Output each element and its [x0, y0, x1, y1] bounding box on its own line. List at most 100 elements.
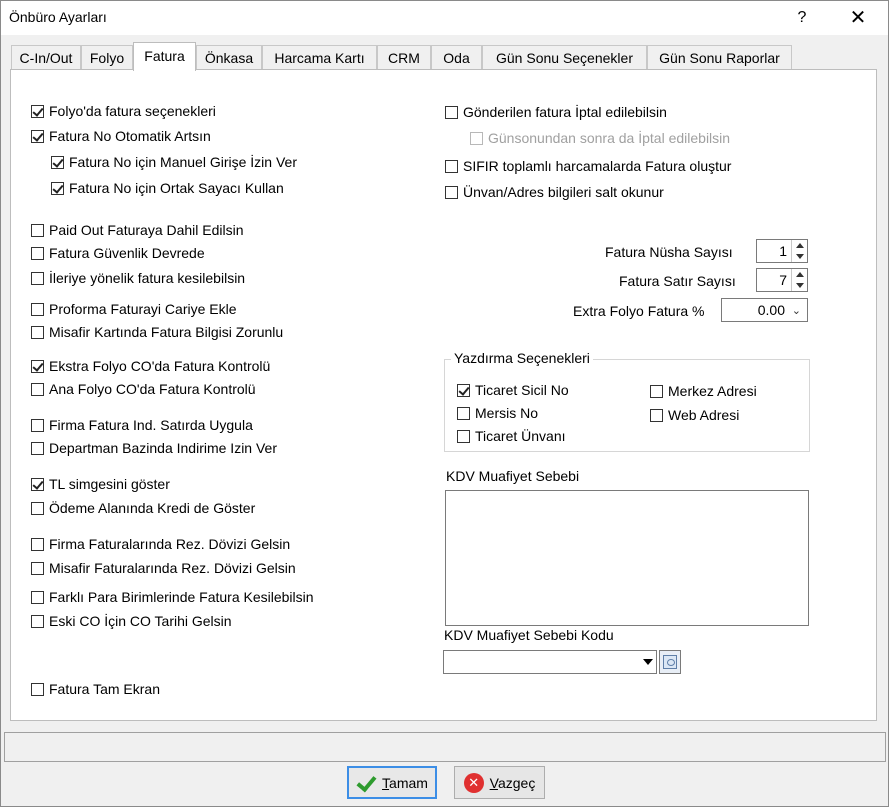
cancel-x-icon: ✕ — [463, 772, 484, 793]
chevron-down-icon[interactable]: ⌄ — [792, 304, 801, 317]
help-button[interactable]: ? — [779, 1, 825, 35]
checkbox-box[interactable] — [650, 384, 663, 398]
checkbox-box[interactable] — [31, 129, 44, 143]
checkbox-box[interactable] — [31, 418, 44, 432]
checkbox-box[interactable] — [31, 302, 44, 316]
checkbox-box[interactable] — [31, 682, 44, 696]
window-title: Önbüro Ayarları — [9, 9, 107, 25]
checkbox-ortak-sayac[interactable]: Fatura No için Ortak Sayacı Kullan — [51, 180, 284, 196]
dropdown-arrow-icon[interactable] — [639, 651, 656, 673]
close-button[interactable]: ✕ — [835, 1, 881, 35]
tab-c-in-out[interactable]: C-In/Out — [11, 45, 81, 70]
checkbox-fatura-no-otomatik[interactable]: Fatura No Otomatik Artsın — [31, 128, 211, 144]
ok-button[interactable]: Tamam — [347, 766, 437, 799]
checkbox-box[interactable] — [31, 614, 44, 628]
checkbox-merkez-adresi[interactable]: Merkez Adresi — [650, 383, 757, 399]
cancel-button[interactable]: ✕ Vazgeç — [454, 766, 545, 799]
checkbox-box[interactable] — [470, 131, 483, 145]
checkbox-departman-indirim[interactable]: Departman Bazinda Indirime Izin Ver — [31, 440, 277, 456]
checkbox-box[interactable] — [31, 561, 44, 575]
checkbox-box[interactable] — [31, 359, 44, 373]
checkbox-farkli-para-birimi[interactable]: Farklı Para Birimlerinde Fatura Kesilebi… — [31, 589, 314, 605]
checkbox-fatura-tam-ekran[interactable]: Fatura Tam Ekran — [31, 681, 160, 697]
tab-crm[interactable]: CRM — [377, 45, 431, 70]
tab-onkasa[interactable]: Önkasa — [196, 45, 262, 70]
spinner-down-icon[interactable] — [796, 254, 804, 259]
checkbox-firma-fatura-ind[interactable]: Firma Fatura Ind. Satırda Uygula — [31, 417, 253, 433]
checkbox-box[interactable] — [457, 429, 470, 443]
checkbox-box[interactable] — [31, 325, 44, 339]
checkbox-box[interactable] — [31, 271, 44, 285]
checkbox-misafir-rez-doviz[interactable]: Misafir Faturalarında Rez. Dövizi Gelsin — [31, 560, 296, 576]
checkbox-box[interactable] — [457, 383, 470, 397]
checkbox-manuel-giris[interactable]: Fatura No için Manuel Girişe İzin Ver — [51, 154, 297, 170]
checkbox-box[interactable] — [445, 185, 458, 199]
checkbox-label: Ünvan/Adres bilgileri salt okunur — [463, 184, 664, 200]
extra-folyo-combo[interactable]: 0.00 ⌄ — [721, 298, 808, 322]
checkbox-box[interactable] — [31, 477, 44, 491]
spinner-down-icon[interactable] — [796, 283, 804, 288]
tab-harcama-karti[interactable]: Harcama Kartı — [262, 45, 377, 70]
checkbox-ekstra-folyo-co[interactable]: Ekstra Folyo CO'da Fatura Kontrolü — [31, 358, 270, 374]
checkbox-label: Fatura No için Manuel Girişe İzin Ver — [69, 154, 297, 170]
checkbox-folyo-fatura-secenekleri[interactable]: Folyo'da fatura seçenekleri — [31, 103, 216, 119]
checkbox-ticaret-unvani[interactable]: Ticaret Ünvanı — [457, 428, 566, 444]
tab-fatura[interactable]: Fatura — [133, 42, 196, 71]
satir-spinner[interactable]: 7 — [756, 268, 808, 292]
tab-gun-sonu-raporlar[interactable]: Gün Sonu Raporlar — [647, 45, 792, 70]
checkbox-ticaret-sicil[interactable]: Ticaret Sicil No — [457, 382, 569, 398]
checkbox-sifir-toplamli[interactable]: SIFIR toplamlı harcamalarda Fatura oluşt… — [445, 158, 731, 174]
checkbox-proforma-cari[interactable]: Proforma Faturayi Cariye Ekle — [31, 301, 237, 317]
checkbox-misafir-karti-zorunlu[interactable]: Misafir Kartında Fatura Bilgisi Zorunlu — [31, 324, 283, 340]
kdv-code-combo[interactable] — [443, 650, 657, 674]
checkbox-gunsonu-iptal[interactable]: Günsonundan sonra da İptal edilebilsin — [470, 130, 730, 146]
checkbox-label: Misafir Faturalarında Rez. Dövizi Gelsin — [49, 560, 296, 576]
spinner-arrows[interactable] — [791, 269, 807, 291]
checkbox-box[interactable] — [31, 382, 44, 396]
checkbox-box[interactable] — [31, 537, 44, 551]
checkbox-box[interactable] — [31, 501, 44, 515]
checkbox-tl-simgesi[interactable]: TL simgesini göster — [31, 476, 170, 492]
checkbox-box[interactable] — [445, 159, 458, 173]
checkbox-box[interactable] — [51, 181, 64, 195]
checkbox-box[interactable] — [31, 246, 44, 260]
checkbox-box[interactable] — [51, 155, 64, 169]
title-bar: Önbüro Ayarları ? ✕ — [1, 1, 888, 35]
checkbox-box[interactable] — [31, 223, 44, 237]
checkbox-mersis-no[interactable]: Mersis No — [457, 405, 538, 421]
checkbox-unvan-salt-okunur[interactable]: Ünvan/Adres bilgileri salt okunur — [445, 184, 664, 200]
checkbox-label: Farklı Para Birimlerinde Fatura Kesilebi… — [49, 589, 314, 605]
checkbox-label: Günsonundan sonra da İptal edilebilsin — [488, 130, 731, 146]
checkbox-label: Firma Faturalarında Rez. Dövizi Gelsin — [49, 536, 291, 552]
checkbox-box[interactable] — [31, 441, 44, 455]
checkbox-label: Ödeme Alanında Kredi de Göster — [49, 500, 256, 516]
kdv-reason-memo[interactable] — [445, 490, 809, 626]
checkbox-ana-folyo-co[interactable]: Ana Folyo CO'da Fatura Kontrolü — [31, 381, 256, 397]
checkbox-firma-rez-doviz[interactable]: Firma Faturalarında Rez. Dövizi Gelsin — [31, 536, 290, 552]
checkbox-box[interactable] — [445, 105, 458, 119]
checkbox-eski-co-tarihi[interactable]: Eski CO İçin CO Tarihi Gelsin — [31, 613, 232, 629]
checkbox-label: Eski CO İçin CO Tarihi Gelsin — [49, 613, 232, 629]
tab-gun-sonu-secenekler[interactable]: Gün Sonu Seçenekler — [482, 45, 647, 70]
checkbox-odeme-kredi[interactable]: Ödeme Alanında Kredi de Göster — [31, 500, 255, 516]
nusha-spinner[interactable]: 1 — [756, 239, 808, 263]
checkbox-gonderilen-iptal[interactable]: Gönderilen fatura İptal edilebilsin — [445, 104, 667, 120]
checkbox-paid-out[interactable]: Paid Out Faturaya Dahil Edilsin — [31, 222, 244, 238]
tab-folyo[interactable]: Folyo — [81, 45, 133, 70]
tab-oda[interactable]: Oda — [431, 45, 482, 70]
checkbox-box[interactable] — [31, 104, 44, 118]
kdv-lookup-button[interactable] — [659, 650, 681, 674]
checkbox-label: Ekstra Folyo CO'da Fatura Kontrolü — [49, 358, 271, 374]
nusha-label: Fatura Nüsha Sayısı — [605, 244, 733, 260]
checkbox-box[interactable] — [457, 406, 470, 420]
spinner-up-icon[interactable] — [796, 243, 804, 248]
checkbox-web-adresi[interactable]: Web Adresi — [650, 407, 739, 423]
spinner-up-icon[interactable] — [796, 272, 804, 277]
checkbox-fatura-guvenlik[interactable]: Fatura Güvenlik Devrede — [31, 245, 205, 261]
checkbox-label: Mersis No — [475, 405, 539, 421]
checkbox-box[interactable] — [31, 590, 44, 604]
checkbox-label: Fatura No için Ortak Sayacı Kullan — [69, 180, 284, 196]
checkbox-box[interactable] — [650, 408, 663, 422]
checkbox-ileriye-yonelik[interactable]: İleriye yönelik fatura kesilebilsin — [31, 270, 245, 286]
spinner-arrows[interactable] — [791, 240, 807, 262]
